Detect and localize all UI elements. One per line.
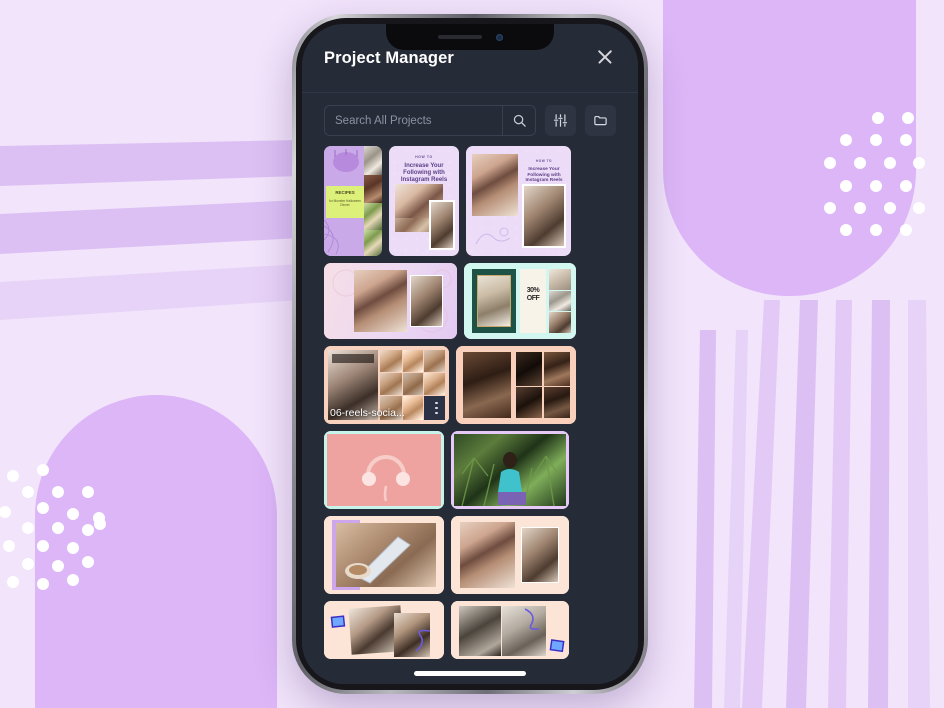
grid-row <box>324 431 616 509</box>
close-icon[interactable] <box>594 46 616 68</box>
search-icon[interactable] <box>502 106 535 135</box>
project-card-selfie-collage-peach[interactable] <box>324 601 444 659</box>
sale-badge: 30% OFF <box>526 287 540 303</box>
phone-notch <box>386 24 554 50</box>
project-file-label: 06-reels-socia... <box>330 407 405 419</box>
search-field[interactable] <box>324 105 536 136</box>
grid-row: 06-reels-socia... <box>324 346 616 424</box>
grid-row: 30% OFF <box>324 263 616 339</box>
project-card-how-to-instagram-reels-story[interactable]: HOW TO Increase Your Following with Inst… <box>389 146 459 256</box>
home-indicator[interactable] <box>414 671 526 676</box>
speaker-grille-icon <box>437 35 482 39</box>
search-toolbar <box>302 93 638 146</box>
project-card-06-reels-social-bakery[interactable]: 06-reels-socia... <box>324 346 449 424</box>
arch-top-right <box>663 0 916 296</box>
project-card-palm-portrait-lavender-frame[interactable] <box>451 431 569 509</box>
project-menu-button[interactable] <box>429 397 444 419</box>
folder-button[interactable] <box>585 105 616 136</box>
grid-row: RECIPES for Monster Halloween Dinner HOW… <box>324 146 616 256</box>
project-card-recipes-halloween-story[interactable]: RECIPES for Monster Halloween Dinner <box>324 146 382 256</box>
project-card-phone-coffee-peach[interactable] <box>324 516 444 594</box>
project-card-architecture-moodboard-peach[interactable] <box>456 346 576 424</box>
project-card-pink-headphones-mint-frame[interactable] <box>324 431 444 509</box>
grid-row <box>324 516 616 594</box>
image-frame-icon <box>549 639 565 653</box>
sliders-filter-icon <box>553 114 568 127</box>
front-camera-icon <box>495 33 503 41</box>
phone-mockup: Project Manager Search All Projects RECI… <box>292 14 648 694</box>
project-card-outfit-collage-peach[interactable] <box>451 601 569 659</box>
image-frame-icon <box>330 615 346 628</box>
page-title: Project Manager <box>324 49 454 67</box>
project-card-workspace-duo-peach[interactable] <box>451 516 569 594</box>
project-card-how-to-instagram-reels-post[interactable]: HOW TO Increase Your Following with Inst… <box>466 146 571 256</box>
left-diagonal-stripes <box>0 140 300 320</box>
phone-screen: Project Manager Search All Projects RECI… <box>302 24 638 684</box>
filter-button[interactable] <box>545 105 576 136</box>
grid-row <box>324 601 616 659</box>
folder-icon <box>594 115 607 126</box>
project-card-fashion-sale-mint[interactable]: 30% OFF <box>464 263 576 339</box>
search-input[interactable] <box>325 114 502 127</box>
project-card-lifestyle-duo-lavender[interactable] <box>324 263 457 339</box>
projects-grid[interactable]: RECIPES for Monster Halloween Dinner HOW… <box>302 146 638 684</box>
project-manager-app: Project Manager Search All Projects RECI… <box>302 24 638 684</box>
